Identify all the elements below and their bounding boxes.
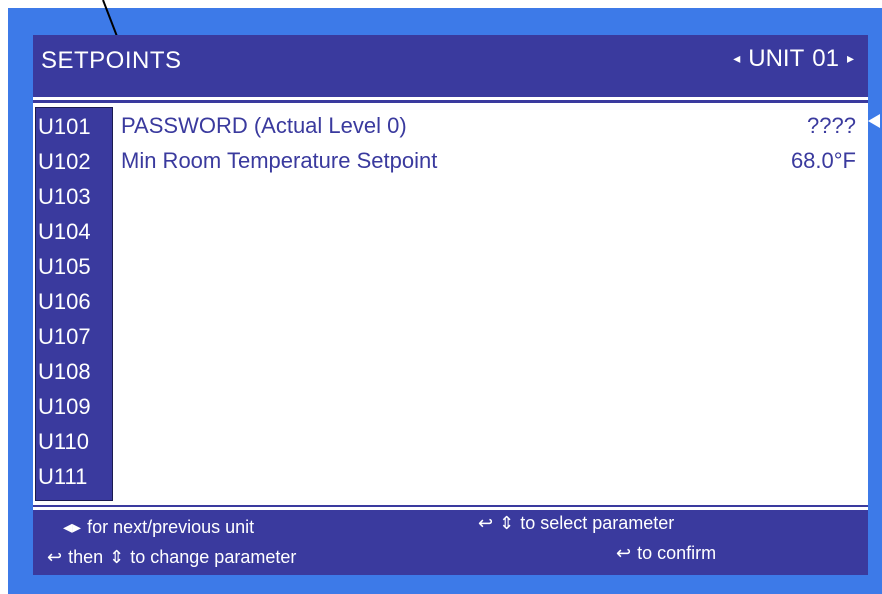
unit-label: UNIT [748, 45, 805, 72]
help-change-parameter: ↩ then ⇕ to change parameter [47, 547, 296, 568]
help-footer: ◂▸ for next/previous unit ↩ then ⇕ to ch… [33, 509, 868, 575]
parameter-code[interactable]: U105 [38, 250, 91, 284]
parameter-code[interactable]: U109 [38, 390, 91, 424]
up-down-arrows-icon: ⇕ [499, 513, 515, 533]
parameter-code-column: U101 U102 U103 U104 U105 U106 U107 U108 … [35, 107, 113, 501]
left-right-arrows-icon: ◂▸ [63, 517, 82, 537]
page-title: SETPOINTS [41, 47, 182, 74]
unit-navigator[interactable]: ◂ UNIT 01 ▸ [733, 45, 854, 73]
help-text: to confirm [637, 543, 717, 563]
help-text: to change parameter [130, 547, 297, 567]
selection-pointer-icon [868, 114, 880, 128]
parameter-value-password[interactable]: ???? [807, 109, 856, 143]
parameter-name-min-room-temp[interactable]: Min Room Temperature Setpoint [121, 144, 437, 178]
enter-icon: ↩ [47, 547, 63, 567]
parameter-code[interactable]: U110 [38, 425, 89, 459]
parameter-code[interactable]: U111 [38, 460, 87, 494]
parameter-code[interactable]: U107 [38, 320, 91, 354]
help-text: to select parameter [520, 513, 675, 533]
help-next-prev-unit: ◂▸ for next/previous unit [63, 517, 254, 538]
help-text: for next/previous unit [87, 517, 255, 537]
unit-next-icon[interactable]: ▸ [847, 50, 854, 67]
parameter-code[interactable]: U101 [38, 110, 91, 144]
enter-icon: ↩ [616, 543, 632, 563]
help-select-parameter: ↩ ⇕ to select parameter [478, 513, 674, 534]
parameter-code[interactable]: U104 [38, 215, 91, 249]
help-confirm: ↩ to confirm [616, 543, 716, 564]
unit-number: 01 [812, 45, 839, 72]
parameter-code[interactable]: U103 [38, 180, 91, 214]
header-bar: SETPOINTS ◂ UNIT 01 ▸ [33, 35, 868, 97]
parameter-name-password[interactable]: PASSWORD (Actual Level 0) [121, 109, 407, 143]
header-divider [33, 97, 868, 100]
parameter-value-min-room-temp[interactable]: 68.0°F [791, 144, 856, 178]
enter-icon: ↩ [478, 513, 494, 533]
unit-prev-icon[interactable]: ◂ [733, 50, 740, 67]
parameter-code[interactable]: U106 [38, 285, 91, 319]
help-text: then [68, 547, 104, 567]
parameter-code[interactable]: U108 [38, 355, 91, 389]
parameter-code[interactable]: U102 [38, 145, 91, 179]
controller-screen: SETPOINTS ◂ UNIT 01 ▸ U101 U102 U103 U10… [33, 35, 868, 575]
up-down-arrows-icon: ⇕ [109, 547, 125, 567]
parameter-list: U101 U102 U103 U104 U105 U106 U107 U108 … [33, 103, 868, 505]
